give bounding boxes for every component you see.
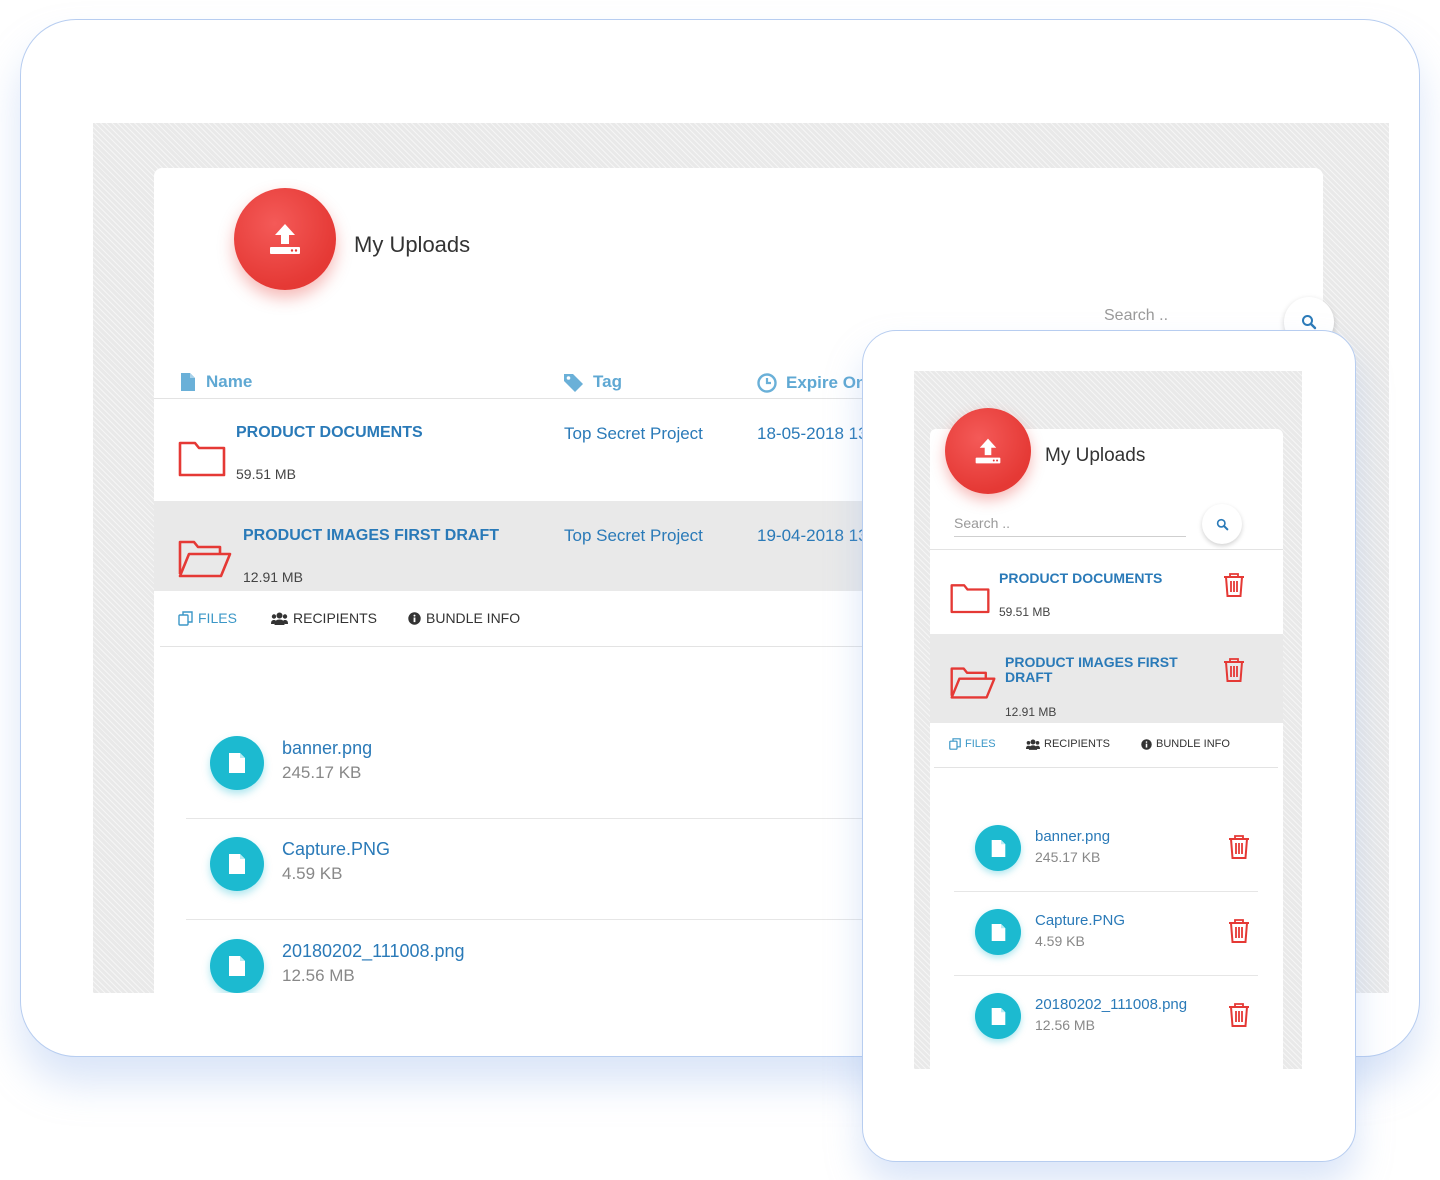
clock-icon [757, 373, 777, 393]
file-name[interactable]: Capture.PNG [1035, 912, 1125, 929]
tab-label: BUNDLE INFO [1156, 738, 1230, 750]
tab-recipients[interactable]: RECIPIENTS [271, 610, 377, 626]
bundle-name-line1[interactable]: PRODUCT IMAGES FIRST [1005, 655, 1178, 670]
tab-label: BUNDLE INFO [426, 610, 521, 626]
tab-recipients[interactable]: RECIPIENTS [1026, 738, 1110, 750]
bundle-name-line2[interactable]: DRAFT [1005, 670, 1052, 685]
tab-label: FILES [198, 610, 237, 626]
column-header-tag[interactable]: Tag [563, 372, 622, 392]
file-name[interactable]: 20180202_111008.png [1035, 996, 1187, 1013]
file-name[interactable]: banner.png [282, 738, 372, 759]
file-icon [975, 825, 1021, 871]
trash-icon[interactable] [1223, 657, 1245, 683]
column-label: Tag [593, 372, 622, 391]
tab-label: FILES [965, 738, 996, 750]
search-icon [1302, 315, 1317, 330]
bundle-name[interactable]: PRODUCT DOCUMENTS [236, 424, 423, 442]
tab-files[interactable]: FILES [949, 738, 996, 750]
search-button[interactable] [1202, 504, 1242, 544]
tab-label: RECIPIENTS [1044, 738, 1111, 750]
file-name[interactable]: Capture.PNG [282, 839, 390, 860]
file-icon [975, 993, 1021, 1039]
file-size: 4.59 KB [1035, 933, 1085, 949]
bundle-row-selected[interactable]: PRODUCT IMAGES FIRST DRAFT 12.91 MB [930, 634, 1283, 723]
file-size: 245.17 KB [282, 763, 362, 782]
file-size: 12.56 MB [1035, 1017, 1095, 1033]
page-title: My Uploads [354, 232, 471, 257]
upload-fab-button[interactable] [945, 408, 1031, 494]
file-icon [210, 736, 264, 790]
bundle-row[interactable]: PRODUCT DOCUMENTS 59.51 MB [930, 550, 1283, 634]
tab-label: RECIPIENTS [293, 610, 378, 626]
search-input[interactable] [954, 509, 1186, 537]
file-icon [210, 939, 264, 993]
file-item[interactable]: 20180202_111008.png 12.56 MB [954, 976, 1258, 1060]
bundle-size: 12.91 MB [1005, 705, 1057, 719]
file-icon [181, 373, 195, 391]
file-size: 12.56 MB [282, 966, 355, 985]
phone-screen: My Uploads PRODUCT DOCUMENTS 59.51 MB [914, 371, 1302, 1069]
file-name[interactable]: 20180202_111008.png [282, 941, 465, 962]
trash-icon[interactable] [1228, 834, 1250, 860]
file-icon [975, 909, 1021, 955]
upload-fab-button[interactable] [234, 188, 336, 290]
trash-icon[interactable] [1223, 572, 1245, 598]
trash-icon[interactable] [1228, 1002, 1250, 1028]
upload-icon [270, 224, 300, 254]
bundle-size: 59.51 MB [999, 605, 1051, 619]
file-list: banner.png 245.17 KB Capture.PNG 4.59 KB [934, 768, 1278, 1068]
upload-icon [975, 438, 1001, 464]
file-icon [210, 837, 264, 891]
search-icon [1216, 518, 1228, 530]
tag-icon [564, 374, 583, 392]
tab-bundle-info[interactable]: BUNDLE INFO [408, 610, 520, 626]
bundle-tag: Top Secret Project [564, 526, 703, 545]
column-label: Expire On [786, 373, 867, 392]
bundle-tag: Top Secret Project [564, 424, 703, 443]
users-icon [271, 612, 288, 625]
copy-icon [949, 738, 961, 750]
column-label: Name [206, 372, 253, 391]
page-title: My Uploads [1045, 445, 1146, 466]
folder-open-icon [950, 667, 996, 699]
file-size: 4.59 KB [282, 864, 343, 883]
folder-icon [950, 584, 990, 614]
column-header-name[interactable]: Name [178, 372, 252, 392]
phone-device-frame: My Uploads PRODUCT DOCUMENTS 59.51 MB [862, 330, 1356, 1162]
copy-icon [178, 610, 193, 626]
file-item[interactable]: banner.png 245.17 KB [954, 808, 1258, 892]
info-icon [408, 611, 421, 625]
bundle-size: 12.91 MB [243, 569, 303, 585]
info-icon [1141, 738, 1152, 750]
tab-bundle-info[interactable]: BUNDLE INFO [1141, 738, 1230, 750]
bundle-name[interactable]: PRODUCT IMAGES FIRST DRAFT [243, 527, 499, 545]
column-header-expire[interactable]: Expire On [756, 372, 866, 394]
bundle-name[interactable]: PRODUCT DOCUMENTS [999, 571, 1162, 586]
folder-open-icon [178, 540, 232, 578]
bundle-detail-tabs: FILES RECIPIENTS BUNDLE INFO [934, 723, 1278, 768]
file-size: 245.17 KB [1035, 849, 1101, 865]
file-item[interactable]: Capture.PNG 4.59 KB [954, 892, 1258, 976]
bundle-size: 59.51 MB [236, 466, 296, 482]
file-name[interactable]: banner.png [1035, 828, 1110, 845]
trash-icon[interactable] [1228, 918, 1250, 944]
tab-files[interactable]: FILES [178, 610, 237, 626]
folder-icon [178, 441, 226, 477]
users-icon [1026, 739, 1040, 750]
